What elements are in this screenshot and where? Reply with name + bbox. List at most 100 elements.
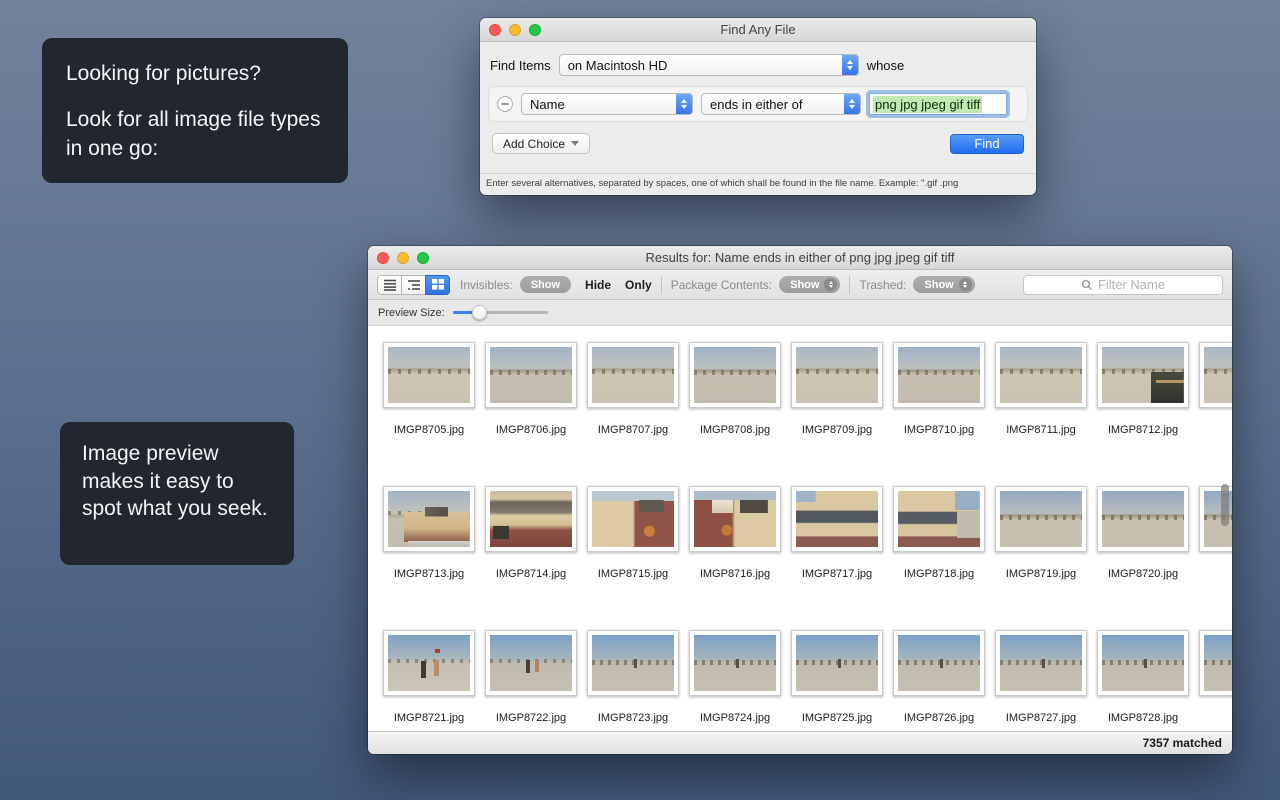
invisibles-show-button[interactable]: Show bbox=[520, 276, 571, 293]
photo-preview bbox=[796, 635, 878, 691]
minimize-button[interactable] bbox=[397, 252, 409, 264]
file-thumbnail bbox=[383, 630, 475, 696]
filter-name-input[interactable]: Filter Name bbox=[1023, 275, 1223, 295]
file-name: IMGP8714.jpg bbox=[496, 568, 566, 580]
add-choice-button[interactable]: Add Choice bbox=[492, 133, 590, 154]
results-content: IMGP8705.jpg IMGP8706.jpg IMGP8707.jpg I… bbox=[368, 326, 1232, 731]
close-button[interactable] bbox=[489, 24, 501, 36]
file-item[interactable]: IMGP8708.jpg bbox=[684, 334, 786, 478]
file-item[interactable]: IMGP8706.jpg bbox=[480, 334, 582, 478]
file-item[interactable]: IMGP8705.jpg bbox=[378, 334, 480, 478]
file-item[interactable] bbox=[1194, 622, 1232, 731]
file-name: IMGP8707.jpg bbox=[598, 424, 668, 436]
file-thumbnail bbox=[995, 342, 1087, 408]
trashed-dropdown[interactable]: Show bbox=[913, 276, 974, 293]
grid-icon bbox=[431, 278, 445, 291]
file-item[interactable]: IMGP8712.jpg bbox=[1092, 334, 1194, 478]
criterion-value-input[interactable]: png jpg jpeg gif tiff bbox=[869, 93, 1007, 115]
invisibles-show-label: Show bbox=[531, 279, 560, 291]
file-thumbnail bbox=[587, 486, 679, 552]
file-item[interactable]: IMGP8707.jpg bbox=[582, 334, 684, 478]
file-item[interactable]: IMGP8721.jpg bbox=[378, 622, 480, 731]
criterion-row: Name ends in either of png jpg jpeg gif … bbox=[488, 86, 1028, 122]
package-contents-dropdown[interactable]: Show bbox=[779, 276, 840, 293]
photo-preview bbox=[898, 347, 980, 403]
file-name: IMGP8723.jpg bbox=[598, 712, 668, 724]
zoom-button[interactable] bbox=[529, 24, 541, 36]
photo-preview bbox=[694, 635, 776, 691]
grid-view-button[interactable] bbox=[425, 275, 450, 295]
file-item[interactable]: IMGP8726.jpg bbox=[888, 622, 990, 731]
add-choice-label: Add Choice bbox=[503, 137, 565, 151]
callout-line: Look for all image file types in one go: bbox=[66, 106, 324, 164]
file-thumbnail bbox=[995, 630, 1087, 696]
file-item[interactable]: IMGP8713.jpg bbox=[378, 478, 480, 622]
file-item[interactable]: IMGP8715.jpg bbox=[582, 478, 684, 622]
photo-preview bbox=[898, 491, 980, 547]
file-thumbnail bbox=[689, 342, 781, 408]
file-name: IMGP8727.jpg bbox=[1006, 712, 1076, 724]
file-name: IMGP8721.jpg bbox=[394, 712, 464, 724]
file-item[interactable]: IMGP8709.jpg bbox=[786, 334, 888, 478]
criterion-operator-popup[interactable]: ends in either of bbox=[701, 93, 861, 115]
file-name: IMGP8716.jpg bbox=[700, 568, 770, 580]
up-down-chevrons-icon bbox=[844, 94, 860, 114]
results-grid: IMGP8705.jpg IMGP8706.jpg IMGP8707.jpg I… bbox=[368, 326, 1232, 731]
file-item[interactable]: IMGP8711.jpg bbox=[990, 334, 1092, 478]
file-item[interactable]: IMGP8727.jpg bbox=[990, 622, 1092, 731]
file-item[interactable]: IMGP8719.jpg bbox=[990, 478, 1092, 622]
file-name: IMGP8706.jpg bbox=[496, 424, 566, 436]
package-contents-value: Show bbox=[790, 279, 819, 291]
photo-preview bbox=[898, 635, 980, 691]
find-window-titlebar[interactable]: Find Any File bbox=[480, 18, 1036, 42]
photo-preview bbox=[1204, 635, 1232, 691]
file-item[interactable]: IMGP8716.jpg bbox=[684, 478, 786, 622]
find-any-file-window: Find Any File Find Items on Macintosh HD… bbox=[480, 18, 1036, 195]
file-item[interactable]: IMGP8722.jpg bbox=[480, 622, 582, 731]
file-item[interactable]: IMGP8710.jpg bbox=[888, 334, 990, 478]
hierarchy-view-button[interactable] bbox=[401, 275, 426, 295]
vertical-scrollbar[interactable] bbox=[1221, 484, 1229, 526]
criterion-attribute-popup[interactable]: Name bbox=[521, 93, 693, 115]
file-item[interactable]: IMGP8724.jpg bbox=[684, 622, 786, 731]
up-down-chevrons-icon bbox=[842, 55, 858, 75]
search-scope-popup[interactable]: on Macintosh HD bbox=[559, 54, 859, 76]
results-window-titlebar[interactable]: Results for: Name ends in either of png … bbox=[368, 246, 1232, 270]
file-name: IMGP8709.jpg bbox=[802, 424, 872, 436]
remove-criterion-button[interactable] bbox=[497, 96, 513, 112]
file-item[interactable]: IMGP8720.jpg bbox=[1092, 478, 1194, 622]
file-name: IMGP8708.jpg bbox=[700, 424, 770, 436]
package-contents-label: Package Contents: bbox=[671, 278, 772, 292]
list-view-button[interactable] bbox=[377, 275, 402, 295]
file-item[interactable]: IMGP8723.jpg bbox=[582, 622, 684, 731]
preview-size-slider[interactable] bbox=[453, 305, 548, 320]
file-thumbnail bbox=[1097, 630, 1189, 696]
file-item[interactable]: IMGP8717.jpg bbox=[786, 478, 888, 622]
file-name: IMGP8715.jpg bbox=[598, 568, 668, 580]
file-item[interactable]: IMGP8728.jpg bbox=[1092, 622, 1194, 731]
file-name: IMGP8722.jpg bbox=[496, 712, 566, 724]
photo-preview bbox=[388, 635, 470, 691]
view-mode-segmented-control bbox=[377, 275, 450, 295]
file-item[interactable]: IMGP8718.jpg bbox=[888, 478, 990, 622]
close-button[interactable] bbox=[377, 252, 389, 264]
callout-looking-for-pictures: Looking for pictures? Look for all image… bbox=[42, 38, 348, 183]
status-bar: 7357 matched bbox=[368, 731, 1232, 754]
file-item[interactable]: IMGP8725.jpg bbox=[786, 622, 888, 731]
invisibles-hide-button[interactable]: Hide bbox=[585, 278, 611, 292]
file-item[interactable] bbox=[1194, 334, 1232, 478]
minimize-button[interactable] bbox=[509, 24, 521, 36]
file-item[interactable]: IMGP8714.jpg bbox=[480, 478, 582, 622]
results-window: Results for: Name ends in either of png … bbox=[368, 246, 1232, 754]
search-scope-value: on Macintosh HD bbox=[560, 58, 842, 73]
toolbar-separator bbox=[849, 276, 850, 294]
file-thumbnail bbox=[383, 486, 475, 552]
criterion-hint-text: Enter several alternatives, separated by… bbox=[480, 173, 1036, 195]
zoom-button[interactable] bbox=[417, 252, 429, 264]
find-button[interactable]: Find bbox=[950, 134, 1024, 154]
up-down-chevrons-icon bbox=[676, 94, 692, 114]
whose-label: whose bbox=[867, 58, 905, 73]
invisibles-only-button[interactable]: Only bbox=[625, 278, 652, 292]
photo-preview bbox=[1102, 491, 1184, 547]
slider-knob[interactable] bbox=[472, 305, 487, 320]
